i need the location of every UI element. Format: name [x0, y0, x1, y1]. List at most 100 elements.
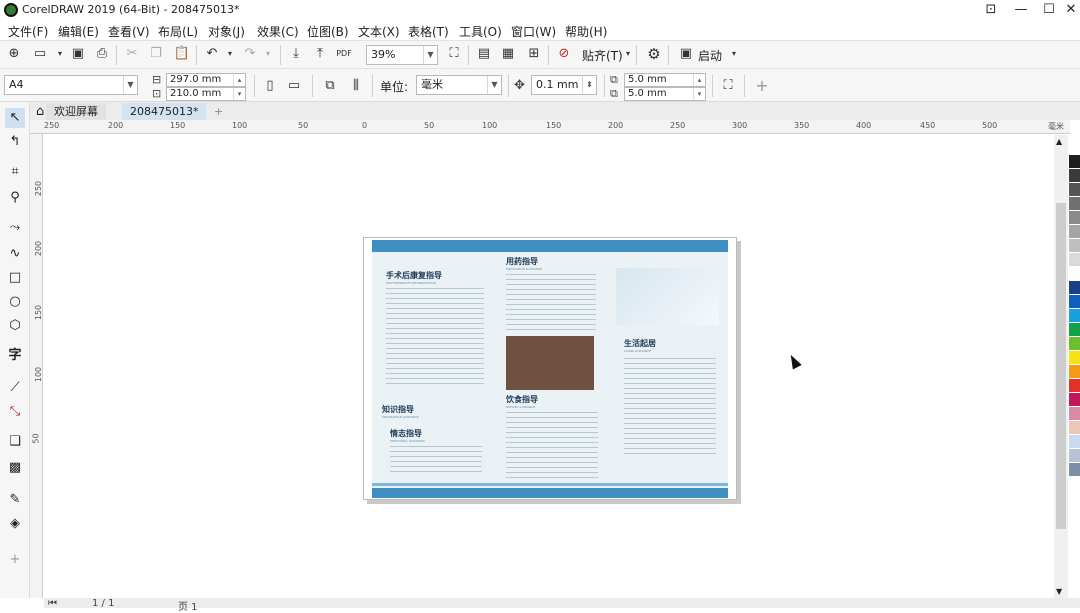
color-swatch[interactable] [1069, 309, 1080, 323]
spin-arrows-icon[interactable]: ▴ [233, 74, 245, 86]
tab-welcome-screen[interactable]: 欢迎屏幕 [46, 103, 106, 120]
menu-view[interactable]: 查看(V) [108, 23, 150, 40]
spin-arrows-icon[interactable]: ⬍ [582, 76, 596, 94]
color-swatch[interactable] [1069, 197, 1080, 211]
snap-dropdown-icon[interactable]: ▾ [618, 44, 638, 64]
tab-document[interactable]: 208475013* [122, 103, 206, 120]
print-icon[interactable]: ⎙ [92, 44, 112, 64]
application-launcher-icon[interactable]: ▣ [676, 44, 696, 64]
undo-icon[interactable]: ↶ [202, 44, 222, 64]
color-swatch[interactable] [1069, 379, 1080, 393]
units-select[interactable]: 毫米 ▼ [416, 75, 502, 95]
scroll-down-icon[interactable]: ▼ [1056, 587, 1062, 596]
page-navigation-icon[interactable]: ⏮ [48, 598, 57, 609]
snap-to-dropdown[interactable]: 贴齐(T) [582, 47, 623, 64]
zoom-tool-icon[interactable]: ⚲ [5, 188, 25, 208]
color-swatch[interactable] [1069, 239, 1080, 253]
save-icon[interactable]: ▣ [68, 44, 88, 64]
color-swatch[interactable] [1069, 323, 1080, 337]
color-swatch[interactable] [1069, 407, 1080, 421]
document-page[interactable]: 手术后康复指导 POSTOPERATIVE REHABILITATION 用药指… [363, 237, 737, 500]
copy-icon[interactable]: ❐ [146, 44, 166, 64]
pick-tool-icon[interactable]: ↖ [5, 108, 25, 128]
open-icon[interactable]: ▭ [30, 44, 50, 64]
redo-icon[interactable]: ↷ [240, 44, 260, 64]
color-swatch[interactable] [1069, 393, 1080, 407]
export-icon[interactable]: ⤒ [310, 44, 330, 64]
shape-tool-icon[interactable]: ↰ [5, 132, 25, 152]
menu-effects[interactable]: 效果(C) [257, 23, 299, 40]
horizontal-scrollbar[interactable] [44, 598, 1080, 608]
menu-text[interactable]: 文本(X) [358, 23, 400, 40]
connector-tool-icon[interactable]: ⤡ [5, 402, 25, 422]
color-swatch[interactable] [1069, 267, 1080, 281]
customize-toolbox-icon[interactable]: + [5, 550, 25, 570]
menu-bitmaps[interactable]: 位图(B) [307, 23, 349, 40]
interactive-fill-icon[interactable]: ◈ [5, 514, 25, 534]
duplicate-distance-x-field[interactable]: 5.0 mm ▴ [624, 73, 706, 87]
launch-dropdown[interactable]: 启动 [698, 47, 722, 64]
page-size-select[interactable]: A4 ▼ [4, 75, 138, 95]
menu-table[interactable]: 表格(T) [408, 23, 449, 40]
new-tab-icon[interactable]: + [206, 103, 231, 120]
color-swatch[interactable] [1069, 183, 1080, 197]
add-toolbar-icon[interactable]: + [752, 76, 772, 96]
rectangle-tool-icon[interactable]: □ [5, 268, 25, 288]
menu-edit[interactable]: 编辑(E) [58, 23, 99, 40]
brochure-artwork[interactable]: 手术后康复指导 POSTOPERATIVE REHABILITATION 用药指… [372, 240, 728, 498]
color-swatch[interactable] [1069, 253, 1080, 267]
pdf-icon[interactable]: PDF [334, 44, 354, 64]
nudge-distance-field[interactable]: 0.1 mm ⬍ [531, 75, 597, 95]
menu-window[interactable]: 窗口(W) [511, 23, 556, 40]
parallel-dimension-icon[interactable]: ⟋ [5, 378, 25, 398]
portrait-icon[interactable]: ▯ [260, 76, 280, 96]
spin-arrows-icon[interactable]: ▴ [693, 74, 705, 86]
cut-icon[interactable]: ✂ [122, 44, 142, 64]
color-swatch[interactable] [1069, 351, 1080, 365]
menu-layout[interactable]: 布局(L) [158, 23, 198, 40]
close-button[interactable]: ✕ [1056, 0, 1080, 20]
snap-off-icon[interactable]: ⊘ [554, 44, 574, 64]
menu-file[interactable]: 文件(F) [8, 23, 48, 40]
artistic-media-icon[interactable]: ∿ [5, 244, 25, 264]
freehand-tool-icon[interactable]: ⤳ [5, 218, 25, 238]
color-swatch[interactable] [1069, 225, 1080, 239]
ellipse-tool-icon[interactable]: ○ [5, 292, 25, 312]
color-eyedropper-icon[interactable]: ✎ [5, 490, 25, 510]
color-swatch[interactable] [1069, 449, 1080, 463]
full-screen-icon[interactable]: ⛶ [444, 44, 464, 64]
color-swatch[interactable] [1069, 365, 1080, 379]
vertical-scroll-thumb[interactable] [1056, 203, 1066, 529]
undo-dropdown-icon[interactable]: ▾ [220, 44, 240, 64]
account-icon[interactable]: ⊡ [976, 0, 1006, 20]
text-tool-icon[interactable]: 字 [5, 346, 25, 366]
color-palette[interactable] [1069, 155, 1080, 575]
menu-tools[interactable]: 工具(O) [459, 23, 502, 40]
current-page-icon[interactable]: ⫼ [346, 76, 366, 96]
transparency-icon[interactable]: ▩ [5, 458, 25, 478]
zoom-level-combo[interactable]: 39% ▼ [366, 45, 438, 65]
color-swatch[interactable] [1069, 211, 1080, 225]
crop-tool-icon[interactable]: ⌗ [5, 162, 25, 182]
scroll-up-icon[interactable]: ▲ [1056, 137, 1062, 146]
minimize-button[interactable]: — [1006, 0, 1036, 20]
color-swatch[interactable] [1069, 281, 1080, 295]
launch-dropdown-icon[interactable]: ▾ [724, 44, 744, 64]
menu-object[interactable]: 对象(J) [208, 23, 245, 40]
color-swatch[interactable] [1069, 295, 1080, 309]
show-rulers-icon[interactable]: ▤ [474, 44, 494, 64]
color-swatch[interactable] [1069, 421, 1080, 435]
open-dropdown-icon[interactable]: ▾ [50, 44, 70, 64]
show-grid-icon[interactable]: ▦ [498, 44, 518, 64]
vertical-scrollbar[interactable]: ▲ ▼ [1054, 135, 1068, 598]
color-swatch[interactable] [1069, 155, 1080, 169]
new-document-icon[interactable]: ⊕ [4, 44, 24, 64]
menu-help[interactable]: 帮助(H) [565, 23, 607, 40]
page-width-field[interactable]: 297.0 mm ▴ [166, 73, 246, 87]
drop-shadow-icon[interactable]: ❏ [5, 432, 25, 452]
page-border-icon[interactable]: ⛶ [718, 76, 738, 96]
page-height-field[interactable]: 210.0 mm ▾ [166, 87, 246, 101]
landscape-icon[interactable]: ▭ [284, 76, 304, 96]
paste-icon[interactable]: 📋 [172, 44, 192, 64]
import-icon[interactable]: ⤓ [286, 44, 306, 64]
